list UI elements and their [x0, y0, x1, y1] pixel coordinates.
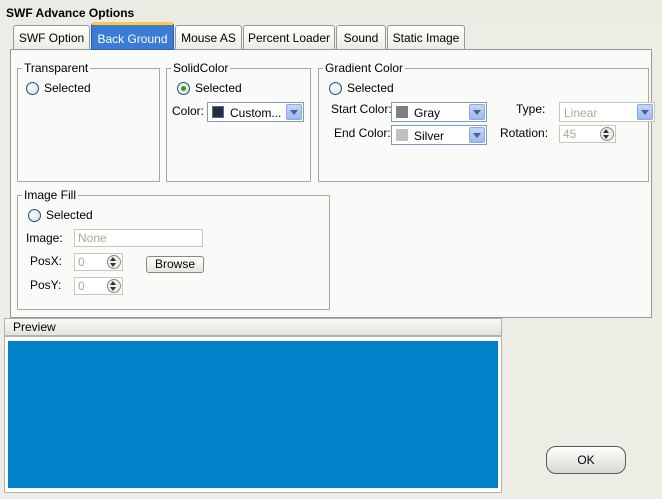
image-fill-radio[interactable]: [28, 209, 41, 222]
start-color-dropdown[interactable]: Gray: [391, 102, 487, 122]
gradient-radio[interactable]: [329, 82, 342, 95]
tab-percent-loader[interactable]: Percent Loader: [243, 25, 335, 49]
posy-spinner-icon[interactable]: [107, 279, 121, 293]
transparent-radio[interactable]: [26, 82, 39, 95]
image-fill-group: Image Fill Selected Image: None PosX: 0 …: [17, 188, 330, 310]
background-panel: Transparent Selected SolidColor Selected…: [10, 49, 655, 318]
solid-color-dropdown[interactable]: Custom...: [207, 102, 304, 122]
end-color-value: Silver: [414, 129, 445, 143]
chevron-down-icon[interactable]: [469, 127, 485, 143]
posy-label: PosY:: [30, 278, 62, 292]
tab-static-image[interactable]: Static Image: [387, 25, 465, 49]
start-color-swatch: [396, 106, 408, 118]
start-color-value: Gray: [414, 106, 441, 120]
posy-value: 0: [78, 279, 85, 293]
image-path-field[interactable]: None: [74, 229, 203, 247]
solid-color-value: Custom...: [230, 106, 282, 120]
tab-mouse-as[interactable]: Mouse AS: [175, 25, 242, 49]
chevron-down-icon[interactable]: [286, 104, 302, 120]
posx-value: 0: [78, 255, 85, 269]
tab-sound[interactable]: Sound: [336, 25, 386, 49]
solid-color-radio[interactable]: [177, 82, 190, 95]
image-fill-radio-label: Selected: [46, 208, 93, 222]
rotation-value: 45: [563, 127, 577, 141]
solid-color-legend: SolidColor: [171, 61, 231, 75]
chevron-down-icon[interactable]: [637, 104, 653, 120]
type-dropdown[interactable]: Linear: [559, 102, 655, 122]
chevron-down-icon[interactable]: [469, 104, 485, 120]
browse-button[interactable]: Browse: [146, 256, 204, 273]
image-label: Image:: [26, 231, 63, 245]
preview-canvas: [8, 341, 498, 488]
ok-button[interactable]: OK: [546, 446, 626, 474]
transparent-legend: Transparent: [22, 61, 91, 75]
end-color-swatch: [396, 129, 408, 141]
preview-area: [4, 336, 502, 493]
tab-back-ground[interactable]: Back Ground: [91, 22, 174, 50]
gradient-radio-label: Selected: [347, 81, 394, 95]
type-label: Type:: [516, 102, 546, 116]
preview-header: Preview: [4, 318, 502, 336]
color-label: Color:: [172, 104, 205, 118]
end-color-dropdown[interactable]: Silver: [391, 125, 487, 145]
color-swatch: [212, 106, 224, 118]
gradient-group: Gradient Color Selected Start Color: Gra…: [318, 61, 655, 182]
type-value: Linear: [564, 106, 598, 120]
solid-color-radio-label: Selected: [195, 81, 242, 95]
window-title: SWF Advance Options: [0, 0, 662, 22]
rotation-spinner-icon[interactable]: [600, 127, 614, 141]
posy-field[interactable]: 0: [74, 277, 123, 295]
posx-spinner-icon[interactable]: [107, 255, 121, 269]
posx-label: PosX:: [30, 254, 63, 268]
posx-field[interactable]: 0: [74, 253, 123, 271]
solid-color-group: SolidColor Selected Color: Custom...: [166, 61, 311, 182]
rotation-label: Rotation:: [500, 126, 549, 140]
start-color-label: Start Color:: [331, 102, 392, 116]
gradient-legend: Gradient Color: [323, 61, 406, 75]
transparent-group: Transparent Selected: [17, 61, 160, 182]
rotation-field[interactable]: 45: [559, 125, 616, 143]
image-fill-legend: Image Fill: [22, 188, 79, 202]
transparent-radio-label: Selected: [44, 81, 91, 95]
tab-swf-option[interactable]: SWF Option: [13, 25, 90, 49]
end-color-label: End Color:: [334, 126, 391, 140]
